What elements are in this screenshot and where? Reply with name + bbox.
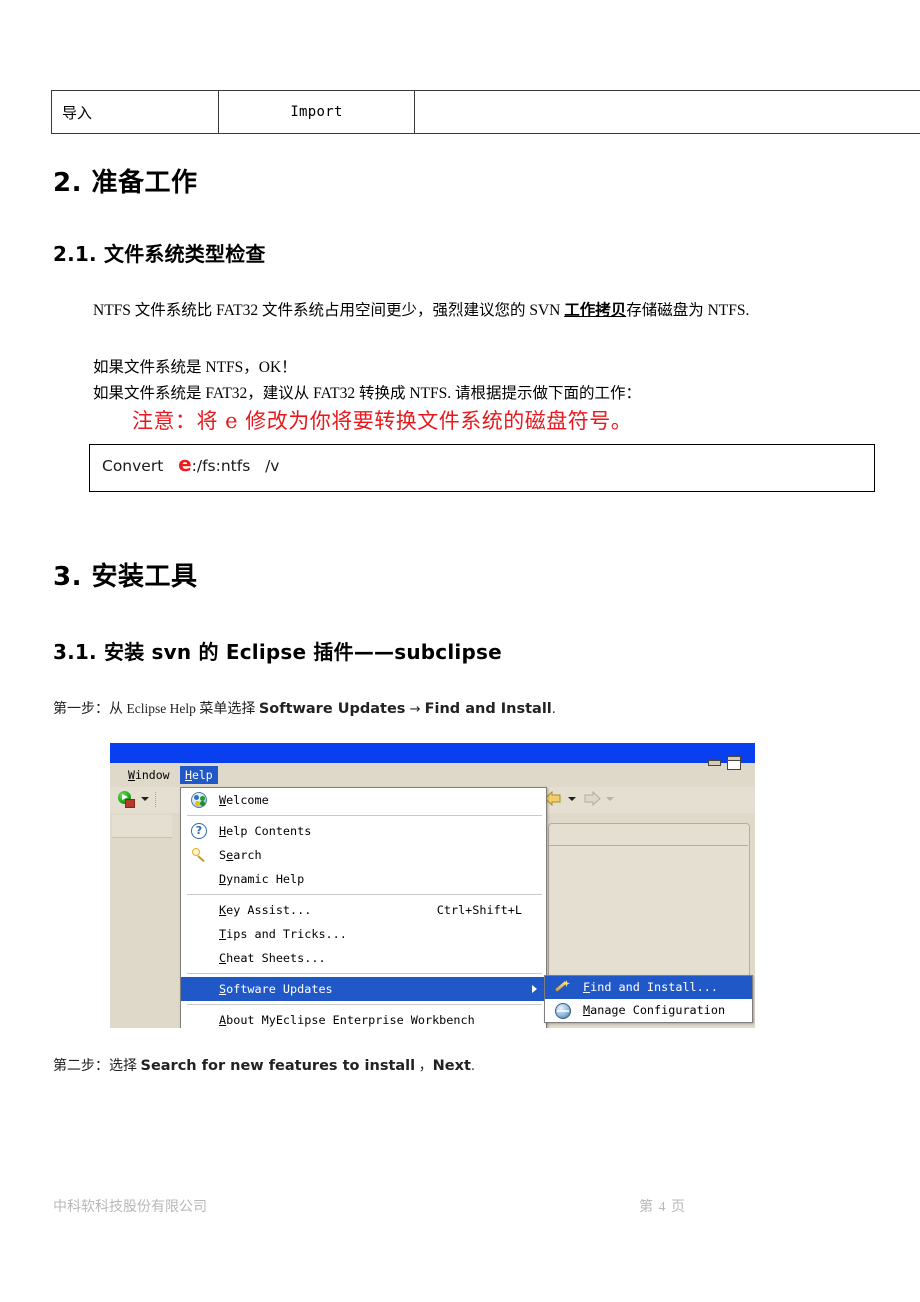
menu-item-about[interactable]: About MyEclipse Enterprise Workbench <box>181 1008 546 1028</box>
step1-action-software-updates: Software Updates <box>258 701 406 717</box>
paragraph-if-fat32: 如果文件系统是 FAT32，建议从 FAT32 转换成 NTFS. 请根据提示做… <box>93 385 641 402</box>
heading-subclipse: 3.1. 安装 svn 的 Eclipse 插件——subclipse <box>53 640 502 664</box>
software-updates-submenu: Find and Install... Manage Configuration <box>544 975 753 1023</box>
step1-arrow: → <box>405 702 425 717</box>
toolbar-separator <box>155 792 157 807</box>
menu-item-welcome[interactable]: Welcome <box>181 788 546 812</box>
step2-period: . <box>470 1059 476 1074</box>
menu-separator <box>187 973 542 974</box>
menu-item-cheat-sheets[interactable]: Cheat Sheets... <box>181 946 546 970</box>
menu-separator <box>187 894 542 895</box>
welcome-label-rest: elcome <box>226 793 269 807</box>
back-dropdown-caret-icon[interactable] <box>568 797 576 801</box>
table-cell-empty <box>414 90 920 134</box>
menu-item-tips-and-tricks[interactable]: Tips and Tricks... <box>181 922 546 946</box>
cheat-sheets-label-rest: heat Sheets... <box>226 951 326 965</box>
eclipse-titlebar <box>110 743 755 763</box>
menubar-item-help[interactable]: Help <box>180 766 218 784</box>
convert-drive-letter: e <box>178 452 192 476</box>
run-dropdown-caret-icon[interactable] <box>141 797 149 801</box>
ntfs-emphasis-working-copy: 工作拷贝 <box>564 302 627 319</box>
table-row: 导入 Import <box>51 90 920 134</box>
menubar-help-mnemonic: H <box>185 768 192 782</box>
forward-dropdown-caret-icon <box>606 797 614 801</box>
search-magnifier-icon <box>191 847 207 863</box>
lock-badge-icon <box>125 799 135 808</box>
maximize-icon[interactable] <box>727 756 741 770</box>
menu-item-manage-configuration[interactable]: Manage Configuration <box>545 999 752 1022</box>
heading-install-tools: 3. 安装工具 <box>53 562 198 592</box>
step1-label: 第一步：从 <box>53 702 127 717</box>
footer-page-number: 第 4 页 <box>639 1200 686 1215</box>
command-box: Convert e:/fs:ntfs /v <box>89 444 875 492</box>
manage-globe-icon <box>555 1003 571 1019</box>
glossary-table: 导入 Import <box>51 90 920 134</box>
document-page: 导入 Import 2. 准备工作 2.1. 文件系统类型检查 NTFS 文件系… <box>0 0 920 1302</box>
menu-item-key-assist[interactable]: Key Assist... Ctrl+Shift+L <box>181 898 546 922</box>
menu-separator <box>187 815 542 816</box>
ntfs-text-part1: NTFS 文件系统比 FAT32 文件系统占用空间更少，强烈建议您的 SVN <box>93 302 565 319</box>
table-cell-chinese: 导入 <box>51 90 219 134</box>
search-label-rest: arch <box>233 848 262 862</box>
find-install-label-rest: ind and Install... <box>590 980 718 994</box>
submenu-arrow-icon <box>532 985 537 993</box>
welcome-globe-icon <box>191 792 207 808</box>
software-updates-label-rest: oftware Updates <box>226 982 333 996</box>
step2-action-search-features: Search for new features to install <box>140 1058 416 1074</box>
manage-config-label-rest: anage Configuration <box>590 1003 726 1017</box>
heading-filesystem-check: 2.1. 文件系统类型检查 <box>53 242 266 266</box>
menubar-help-rest: elp <box>191 768 213 782</box>
paragraph-ntfs-recommendation: NTFS 文件系统比 FAT32 文件系统占用空间更少，强烈建议您的 SVN 工… <box>93 298 749 324</box>
eclipse-view-tabbar <box>548 823 748 846</box>
key-assist-shortcut: Ctrl+Shift+L <box>436 903 522 917</box>
help-dropdown-menu: Welcome ? Help Contents Search Dynamic H… <box>180 787 547 1028</box>
menubar-window-mnemonic: W <box>128 768 135 782</box>
menu-item-help-contents[interactable]: ? Help Contents <box>181 819 546 843</box>
menubar-item-window[interactable]: Window <box>123 766 175 784</box>
forward-arrow-icon <box>584 791 601 806</box>
step2-action-next: Next <box>432 1058 471 1074</box>
key-assist-label-rest: ey Assist... <box>226 903 312 917</box>
convert-suffix: :/fs:ntfs /v <box>191 457 280 475</box>
table-cell-english: Import <box>218 90 415 134</box>
convert-command: Convert e:/fs:ntfs /v <box>102 454 280 475</box>
heading-preparation: 2. 准备工作 <box>53 168 198 198</box>
warning-note: 注意：将 e 修改为你将要转换文件系统的磁盘符号。 <box>132 409 633 433</box>
convert-prefix: Convert <box>102 457 179 475</box>
menu-item-find-and-install[interactable]: Find and Install... <box>545 976 752 999</box>
step-one-text: 第一步：从 Eclipse Help 菜单选择 Software Updates… <box>53 698 556 718</box>
run-icon[interactable] <box>118 791 135 808</box>
minimize-icon[interactable] <box>708 760 721 766</box>
menu-item-software-updates[interactable]: Software Updates <box>181 977 546 1001</box>
tips-label-rest: ips and Tricks... <box>226 927 347 941</box>
step2-label: 第二步：选择 <box>53 1059 141 1074</box>
step-two-text: 第二步：选择 Search for new features to instal… <box>53 1055 475 1075</box>
eclipse-screenshot: Window Help Welcome ? Help Contents Sear… <box>110 743 755 1028</box>
about-label-rest: bout MyEclipse Enterprise Workbench <box>226 1013 475 1027</box>
step1-action-find-and-install: Find and Install <box>424 701 552 717</box>
eclipse-left-panel-tab <box>112 815 172 838</box>
step2-mid: ， <box>415 1059 433 1074</box>
dynamic-help-label-rest: ynamic Help <box>226 872 305 886</box>
question-mark-icon: ? <box>191 823 207 839</box>
step1-period: . <box>551 702 556 717</box>
footer-company: 中科软科技股份有限公司 <box>53 1200 207 1215</box>
ntfs-text-part2: 存储磁盘为 NTFS. <box>626 302 750 319</box>
step1-menu-name: Eclipse Help <box>126 701 196 716</box>
eclipse-menubar: Window Help <box>110 763 755 787</box>
menubar-window-rest: indow <box>134 768 170 782</box>
menu-item-dynamic-help[interactable]: Dynamic Help <box>181 867 546 891</box>
wand-icon <box>555 980 571 996</box>
menu-separator <box>187 1004 542 1005</box>
menu-item-search[interactable]: Search <box>181 843 546 867</box>
help-contents-label-rest: elp Contents <box>226 824 312 838</box>
step1-mid: 菜单选择 <box>195 702 259 717</box>
paragraph-if-ntfs: 如果文件系统是 NTFS，OK！ <box>93 359 297 376</box>
